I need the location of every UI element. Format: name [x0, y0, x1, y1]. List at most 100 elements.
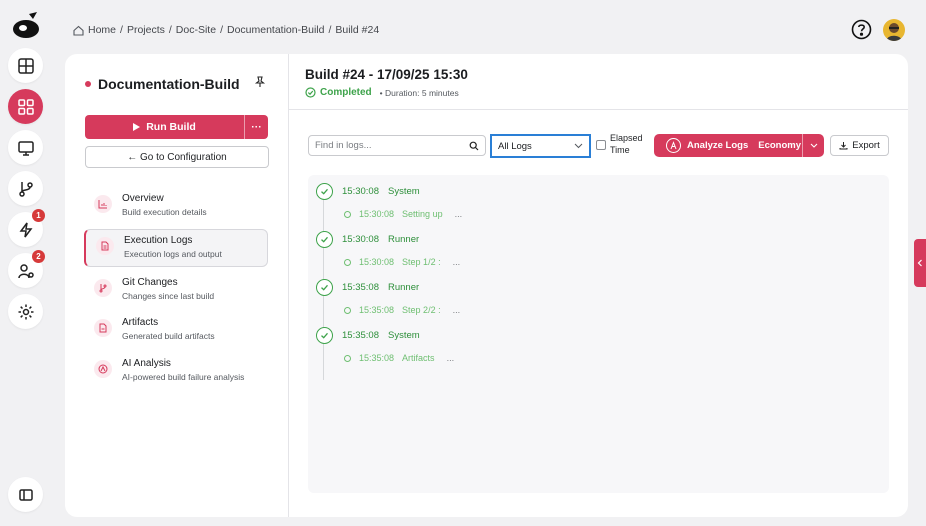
log-time: 15:35:08 [342, 330, 379, 341]
breadcrumb: Home / Projects / Doc-Site / Documentati… [73, 24, 379, 36]
log-entry[interactable]: 15:30:08 System [316, 183, 420, 200]
header-divider [289, 109, 908, 110]
home-icon[interactable] [73, 25, 84, 36]
analyze-logs-label: Analyze Logs [687, 140, 749, 151]
log-step[interactable]: 15:35:08 Artifacts ... [344, 353, 454, 363]
analyze-options-button[interactable] [802, 134, 824, 157]
settings-button[interactable] [8, 294, 43, 329]
elapsed-label-line2: Time [610, 145, 630, 155]
check-circle-icon [316, 279, 333, 296]
breadcrumb-separator: / [220, 24, 223, 36]
monitor-button[interactable] [8, 130, 43, 165]
step-dot-icon [344, 306, 351, 314]
run-build-more-button[interactable]: ··· [244, 115, 268, 139]
breadcrumb-doc-site[interactable]: Doc-Site [176, 24, 216, 36]
build-duration: • Duration: 5 minutes [379, 87, 459, 98]
chevron-down-icon [810, 143, 817, 148]
check-circle-icon [316, 183, 333, 200]
ai-icon [666, 138, 681, 153]
notification-badge: 1 [32, 209, 45, 222]
project-title: Documentation-Build [85, 76, 240, 92]
collapse-sidebar-button[interactable] [8, 477, 43, 512]
projects-button[interactable] [8, 89, 43, 124]
nav-git-changes[interactable]: Git Changes Changes since last build [84, 272, 268, 310]
nav-overview-text: Overview Build execution details [122, 193, 207, 218]
users-badge: 2 [32, 250, 45, 263]
log-entry[interactable]: 15:35:08 Runner [316, 279, 419, 296]
elapsed-time-label: Elapsed Time [610, 132, 643, 156]
log-time: 15:30:08 [342, 186, 379, 197]
log-step-text: Step 2/2 : [402, 305, 441, 315]
dashboard-button[interactable] [8, 48, 43, 83]
git-branch-icon [18, 181, 33, 197]
side-panel-toggle[interactable] [914, 239, 926, 287]
activity-button[interactable]: 1 [8, 209, 45, 247]
run-build-main[interactable]: Run Build [85, 115, 244, 139]
nav-artifacts[interactable]: Artifacts Generated build artifacts [84, 312, 268, 350]
log-source: Runner [387, 234, 420, 245]
search-icon [469, 141, 479, 150]
elapsed-time-checkbox[interactable] [596, 140, 606, 150]
build-title: Build #24 - 17/09/25 15:30 [305, 67, 468, 82]
nav-ai-analysis[interactable]: AI Analysis AI-powered build failure ana… [84, 353, 268, 391]
log-step-more[interactable]: ... [453, 305, 461, 315]
users-button[interactable]: 2 [8, 250, 45, 288]
go-to-configuration-button[interactable]: ← Go to Configuration [85, 146, 269, 168]
help-icon[interactable] [851, 19, 872, 40]
user-settings-icon [17, 263, 34, 278]
nav-git-changes-text: Git Changes Changes since last build [122, 277, 214, 302]
pin-icon[interactable] [254, 76, 266, 88]
analyze-logs-main[interactable]: Analyze Logs Economy [654, 134, 802, 157]
breadcrumb-separator: / [168, 24, 172, 36]
breadcrumb-separator: / [328, 24, 332, 36]
breadcrumb-home[interactable]: Home [88, 24, 116, 36]
log-time: 15:35:08 [342, 282, 379, 293]
log-step[interactable]: 15:30:08 Setting up ... [344, 209, 462, 219]
icon-rail: 1 2 [0, 0, 52, 526]
sidebar-toggle-icon [18, 488, 33, 501]
breadcrumb-documentation-build[interactable]: Documentation-Build [227, 24, 324, 36]
log-step[interactable]: 15:30:08 Step 1/2 : ... [344, 257, 460, 267]
nav-subtitle: Build execution details [122, 207, 207, 217]
logo-icon[interactable] [11, 10, 41, 40]
log-step[interactable]: 15:35:08 Step 2/2 : ... [344, 305, 460, 315]
elapsed-time-toggle[interactable]: Elapsed Time [596, 132, 643, 156]
grid-icon [17, 98, 34, 115]
nav-overview[interactable]: Overview Build execution details [84, 188, 268, 226]
more-label: ··· [251, 121, 262, 133]
nav-execution-logs-text: Execution Logs Execution logs and output [124, 235, 222, 260]
search-input[interactable]: Find in logs... [308, 135, 486, 156]
log-time: 15:30:08 [342, 234, 379, 245]
log-filter-select[interactable]: All Logs [490, 134, 591, 158]
log-entry[interactable]: 15:35:08 System [316, 327, 420, 344]
log-step-more[interactable]: ... [453, 257, 461, 267]
file-icon [94, 319, 112, 337]
avatar[interactable] [883, 19, 905, 41]
check-circle-icon [305, 87, 316, 98]
log-step-text: Artifacts [402, 353, 435, 363]
nav-subtitle: Generated build artifacts [122, 331, 215, 341]
git-button[interactable] [8, 171, 43, 206]
lightning-icon [19, 222, 32, 237]
log-step-text: Step 1/2 : [402, 257, 441, 267]
nav-execution-logs[interactable]: Execution Logs Execution logs and output [84, 229, 268, 267]
build-sidebar: Documentation-Build Run Build ··· ← Go t… [65, 54, 289, 517]
status-dot [85, 81, 91, 87]
export-button[interactable]: Export [830, 135, 889, 156]
chart-icon [94, 195, 112, 213]
log-step-more[interactable]: ... [447, 353, 455, 363]
log-viewer: 15:30:08 System 15:30:08 Setting up ... … [308, 175, 889, 493]
breadcrumb-projects[interactable]: Projects [127, 24, 165, 36]
analyze-logs-button[interactable]: Analyze Logs Economy [654, 134, 824, 157]
chevron-left-icon [917, 259, 922, 267]
log-source: System [387, 186, 420, 197]
log-entry[interactable]: 15:30:08 Runner [316, 231, 419, 248]
ai-icon [94, 360, 112, 378]
step-dot-icon [344, 354, 351, 362]
check-circle-icon [316, 231, 333, 248]
log-step-more[interactable]: ... [455, 209, 463, 219]
git-branch-icon [94, 279, 112, 297]
run-build-button[interactable]: Run Build ··· [85, 115, 268, 139]
nav-subtitle: Changes since last build [122, 291, 215, 301]
log-step-time: 15:35:08 [359, 353, 395, 363]
